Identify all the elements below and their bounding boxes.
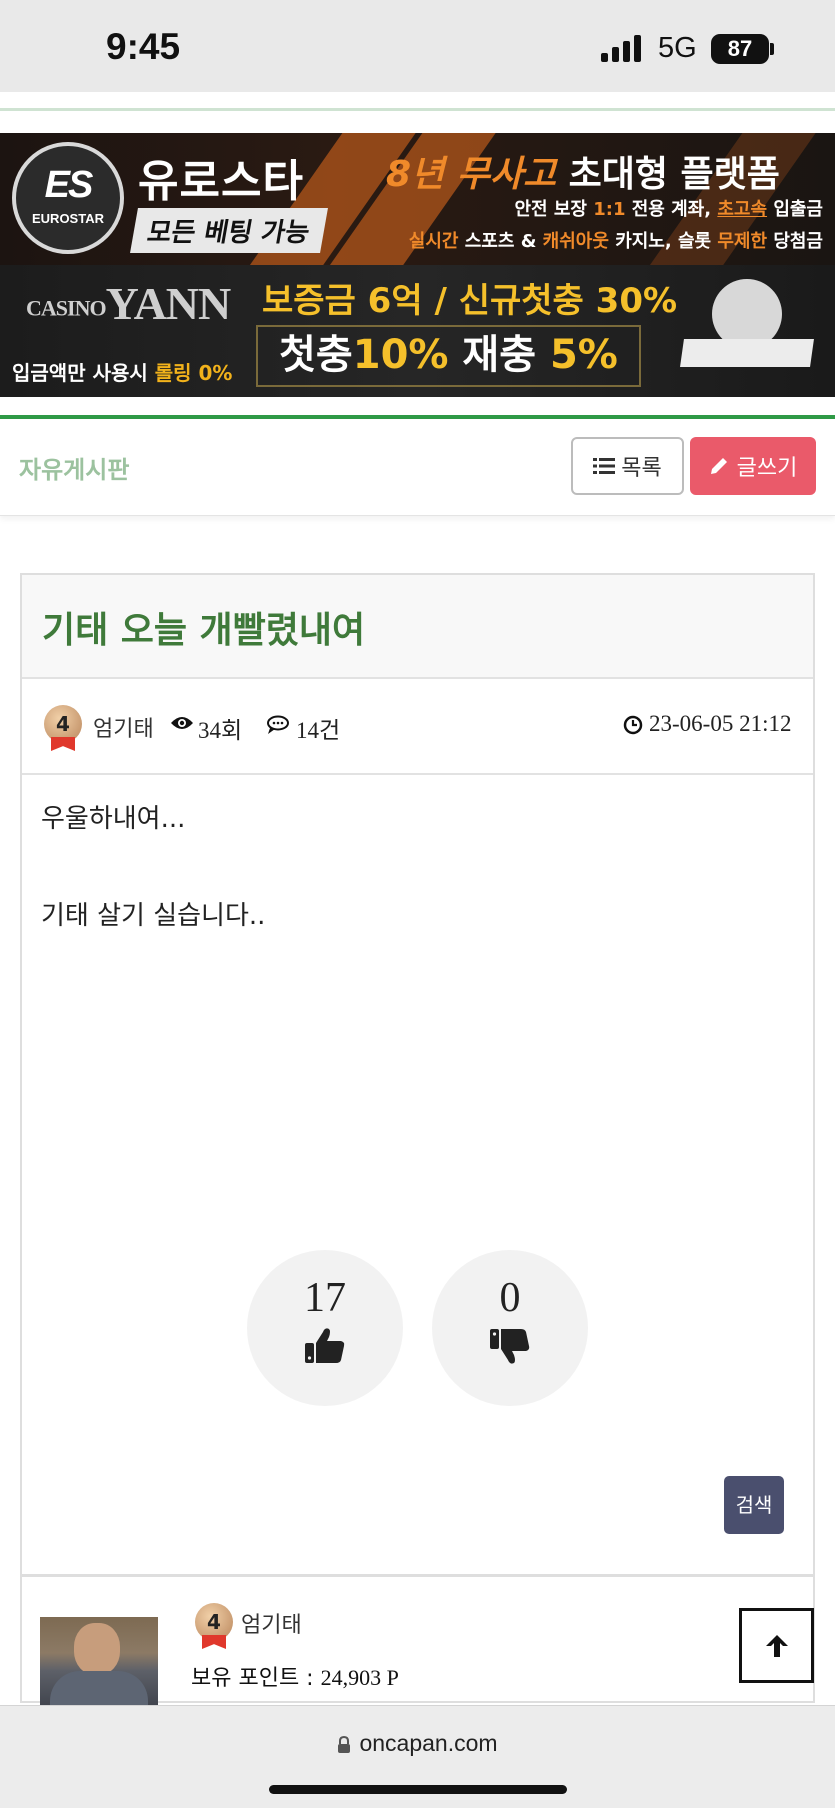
ad-deposit-line: 보증금 6억 / 신규첫충 30%: [262, 281, 678, 321]
ad-banner-casino-yann[interactable]: CASINOYANN 입금액만 사용시 롤링 0% 보증금 6억 / 신규첫충 …: [0, 265, 835, 397]
ad-sub: 모든 베팅 가능: [130, 208, 328, 253]
post-meta: 4 엄기태 34회 14건 23-06-05 21:12: [22, 679, 813, 775]
pencil-icon: [710, 458, 727, 474]
board-header: 자유게시판 목록 글쓰기: [0, 419, 835, 516]
list-button[interactable]: 목록: [571, 437, 684, 495]
post-header: 기태 오늘 개빨렸내여: [22, 575, 813, 679]
post-author[interactable]: 엄기태: [93, 711, 154, 743]
top-divider: [0, 108, 835, 111]
author-level-badge-icon: 4: [195, 1603, 233, 1649]
eye-icon: [171, 717, 193, 729]
clock-icon: [623, 715, 643, 735]
laurel-badge-icon: [672, 279, 822, 387]
eurostar-logo: ES EUROSTAR: [12, 142, 124, 254]
level-badge-icon: 4: [44, 705, 82, 751]
network-label: 5G: [658, 32, 697, 64]
post-views: 34회: [198, 718, 243, 743]
post-divider: [20, 1574, 815, 1577]
post-body-line-2: 기태 살기 실습니다..: [41, 901, 266, 931]
casino-yann-logo: CASINOYANN: [26, 278, 231, 329]
post-body-line-1: 우울하내여...: [41, 804, 186, 834]
post-date: 23-06-05 21:12: [649, 711, 792, 736]
browser-bottom-bar: oncapan.com: [0, 1705, 835, 1808]
ad-banner-eurostar[interactable]: ES EUROSTAR 유로스타 모든 베팅 가능 8년 무사고 초대형 플랫폼…: [0, 133, 835, 265]
url-bar[interactable]: oncapan.com: [0, 1730, 835, 1757]
author-avatar[interactable]: [40, 1617, 158, 1707]
dislike-button[interactable]: 0: [432, 1250, 588, 1406]
like-count: 17: [304, 1275, 346, 1321]
post-comments-count: 14건: [296, 718, 341, 743]
battery-icon: 87: [711, 34, 769, 64]
author-name[interactable]: 엄기태: [241, 1607, 302, 1639]
author-points: 보유 포인트 : 24,903 P: [191, 1665, 399, 1691]
status-bar: 9:45 5G 87: [0, 0, 835, 92]
ad-bonus-box: 첫충10% 재충 5%: [256, 325, 641, 387]
comment-icon: [267, 715, 289, 734]
lock-icon: [338, 1735, 351, 1753]
search-button[interactable]: 검색: [724, 1476, 784, 1534]
ad-line-3: 실시간 스포츠 & 캐쉬아웃 카지노, 슬롯 무제한 당첨금: [408, 231, 823, 252]
home-indicator[interactable]: [269, 1785, 567, 1794]
signal-icon: [601, 34, 643, 62]
ad-headline: 8년 무사고 초대형 플랫폼: [386, 154, 780, 195]
list-icon: [593, 458, 616, 474]
write-button[interactable]: 글쓰기: [690, 437, 816, 495]
battery-tip: [770, 43, 774, 55]
ad-rolling-text: 입금액만 사용시 롤링 0%: [12, 361, 233, 385]
ad-line-2: 안전 보장 1:1 전용 계좌, 초고속 입출금: [514, 199, 823, 220]
board-title[interactable]: 자유게시판: [19, 450, 129, 485]
post-title: 기태 오늘 개빨렸내여: [42, 610, 366, 651]
write-button-label: 글쓰기: [736, 456, 798, 481]
url-text: oncapan.com: [359, 1730, 498, 1756]
scroll-top-button[interactable]: [739, 1608, 814, 1683]
list-button-label: 목록: [621, 456, 662, 481]
status-time: 9:45: [106, 26, 181, 67]
thumbs-down-icon: [490, 1329, 530, 1364]
post-container: 기태 오늘 개빨렸내여 4 엄기태 34회 14건 23-06-05 21:12: [20, 573, 815, 1703]
thumbs-up-icon: [305, 1328, 345, 1363]
like-button[interactable]: 17: [247, 1250, 403, 1406]
arrow-up-icon: [765, 1634, 788, 1657]
ad-brand: 유로스타: [138, 156, 304, 207]
dislike-count: 0: [499, 1275, 521, 1321]
